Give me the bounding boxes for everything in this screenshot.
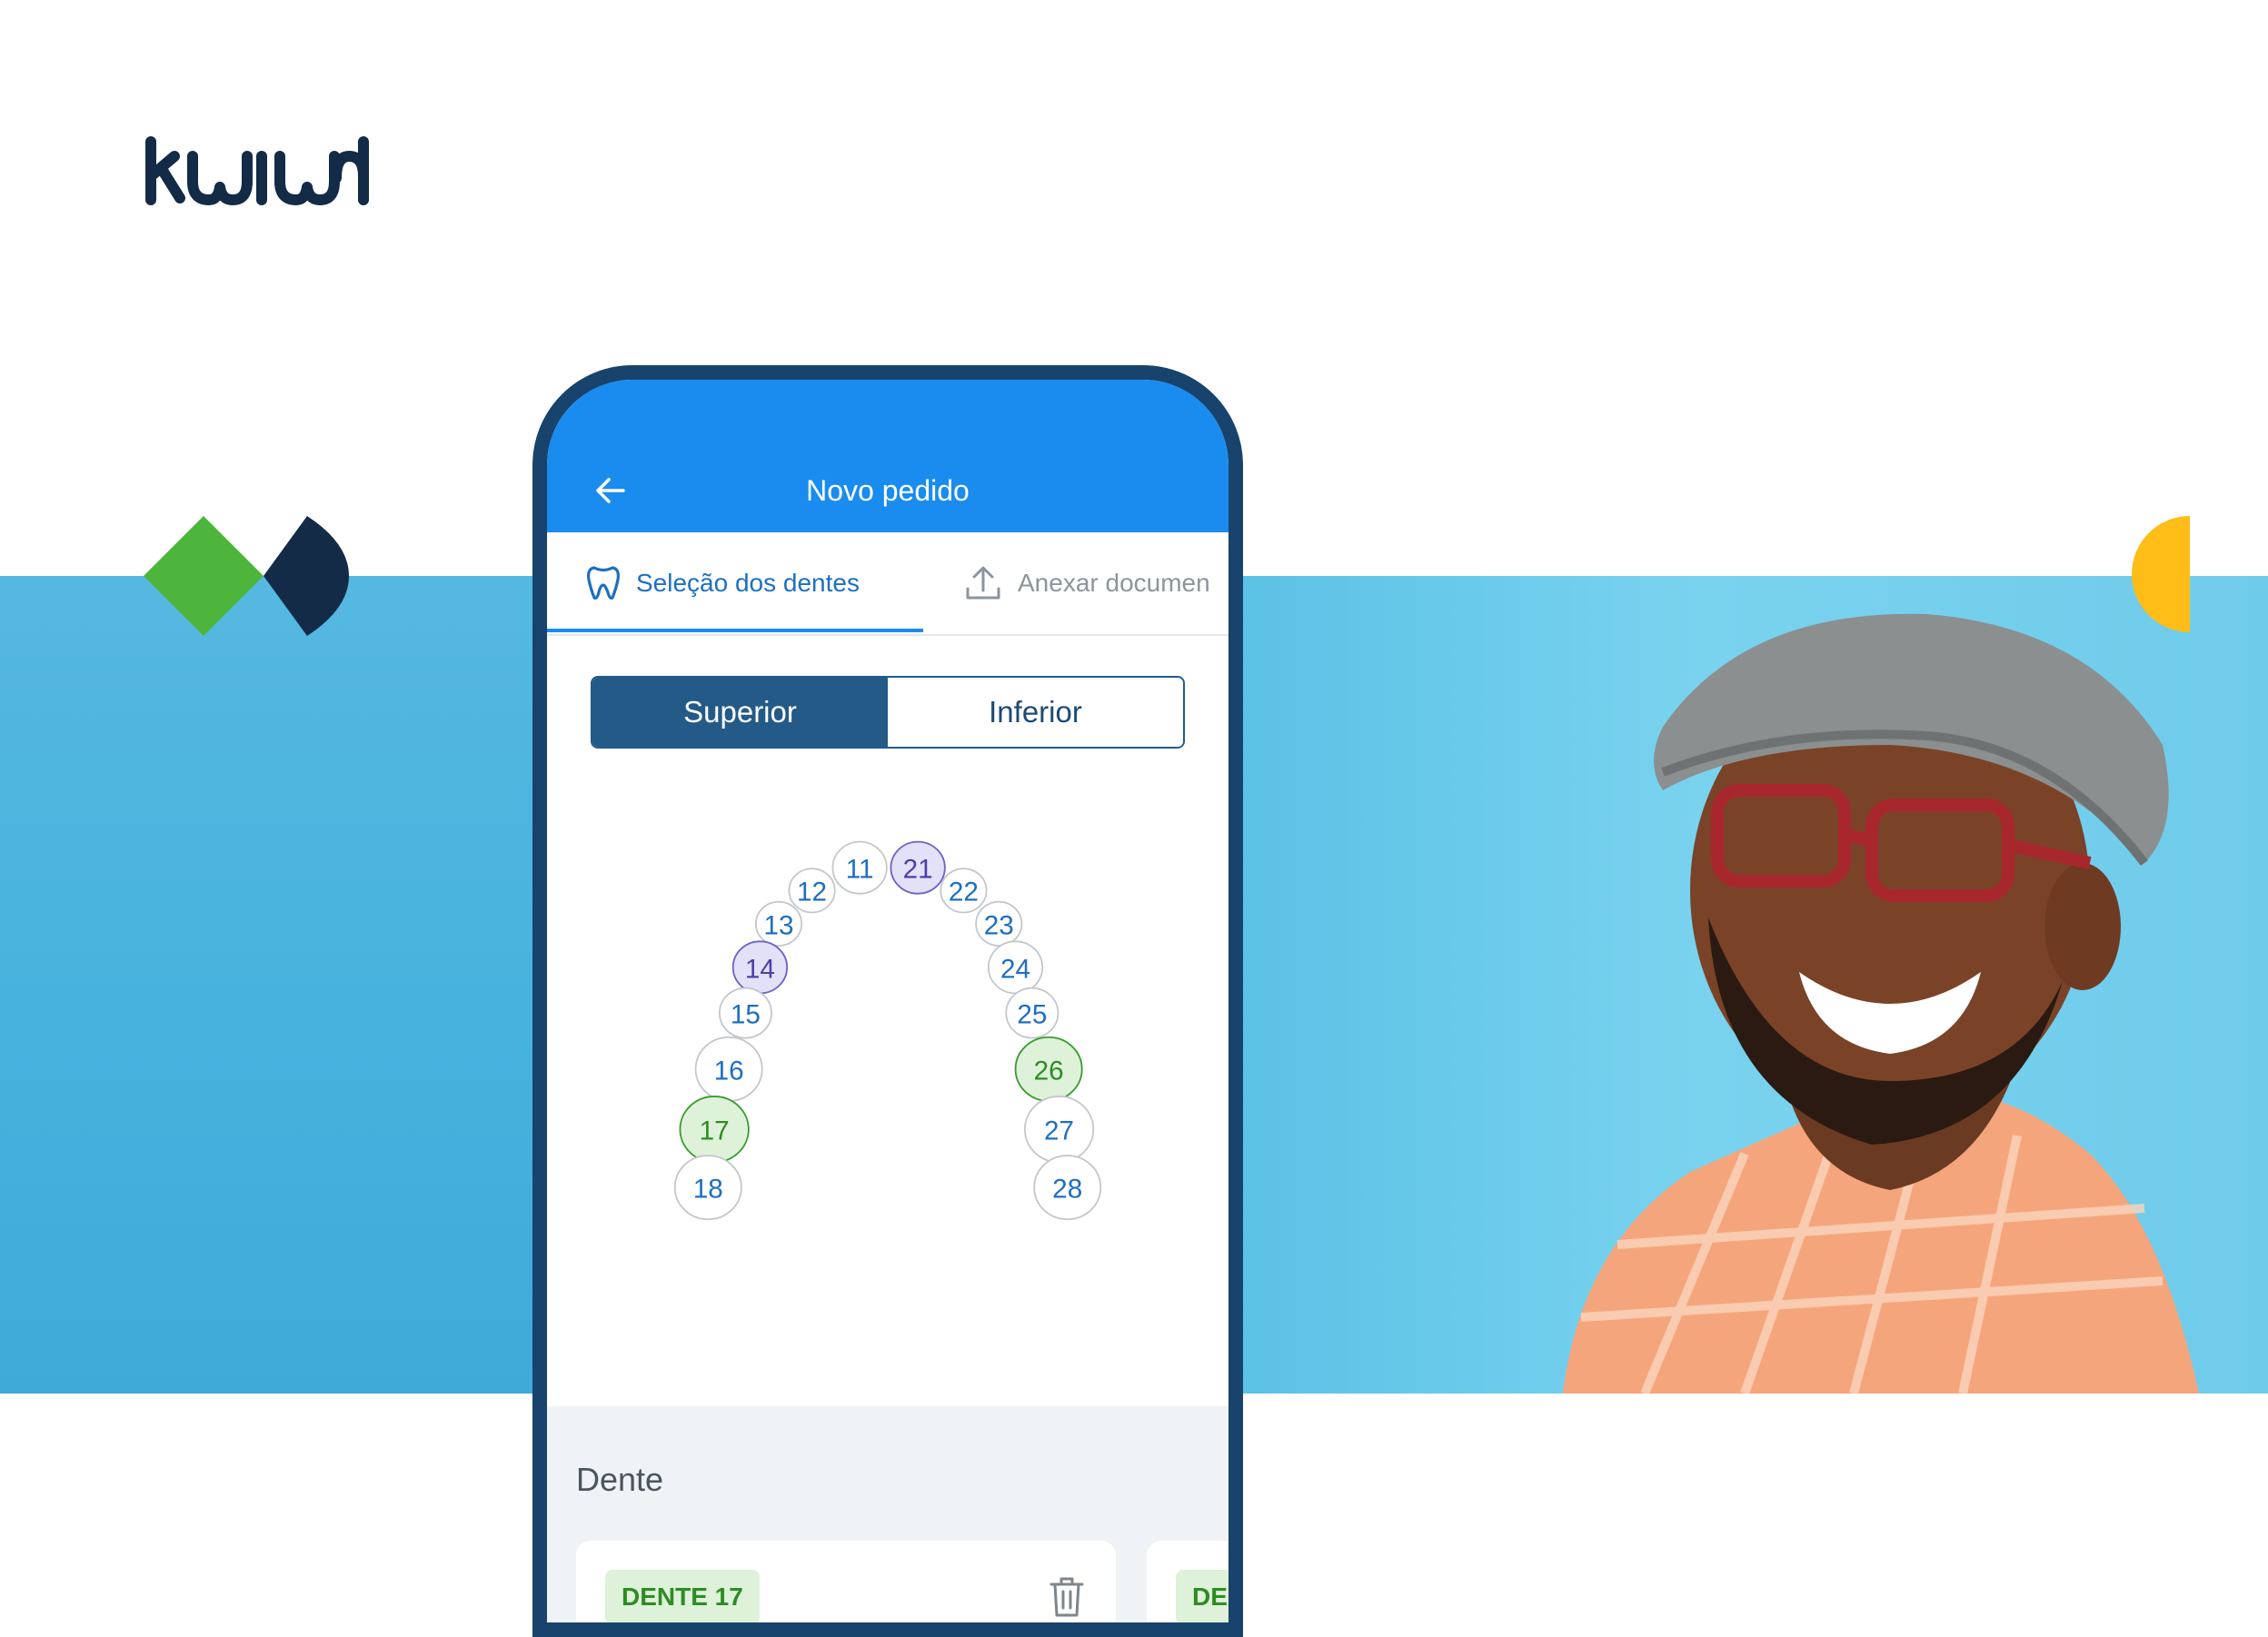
tooth-card: DE [1147, 1541, 1228, 1622]
section-title: Dente [576, 1461, 664, 1498]
tab-label: Seleção dos dentes [636, 569, 860, 597]
tooth-27[interactable]: 27 [1023, 1096, 1095, 1164]
tooth-number: 13 [763, 910, 793, 940]
page-title: Novo pedido [806, 474, 970, 507]
tooth-number: 18 [693, 1175, 723, 1205]
tooth-17[interactable]: 17 [679, 1096, 750, 1164]
tooth-number: 23 [984, 910, 1014, 940]
tooth-number: 25 [1017, 1000, 1047, 1030]
tab-bar: Seleção dos dentes Anexar documen [547, 532, 1228, 636]
tooth-22[interactable]: 22 [940, 868, 988, 914]
tooth-number: 17 [700, 1116, 730, 1146]
tooth-number: 14 [745, 954, 775, 984]
trash-icon[interactable] [1049, 1575, 1085, 1619]
tooth-12[interactable]: 12 [788, 868, 836, 914]
tab-selecao-dentes[interactable]: Seleção dos dentes [587, 565, 860, 601]
tooth-25[interactable]: 25 [1005, 987, 1059, 1039]
superior-button[interactable]: Superior [592, 678, 888, 747]
phone-mockup: Novo pedido Seleção dos dentes Anexar do… [532, 365, 1243, 1637]
tab-anexar-documentos[interactable]: Anexar documen [965, 565, 1210, 601]
tooth-icon [587, 566, 620, 600]
app-bar: Novo pedido [547, 380, 1228, 532]
dental-chart: 11 1213 14 15 16 17 18 21 2223 24 25 26 27 28 [673, 840, 1102, 1221]
tooth-number: 16 [714, 1056, 744, 1086]
tooth-number: 11 [846, 855, 874, 885]
tooth-card: DENTE 17 [576, 1541, 1116, 1622]
tooth-26[interactable]: 26 [1014, 1036, 1083, 1102]
tooth-18[interactable]: 18 [673, 1155, 742, 1221]
tooth-number: 21 [903, 855, 933, 885]
tooth-chip: DE [1176, 1570, 1228, 1622]
inferior-button[interactable]: Inferior [888, 678, 1183, 747]
tooth-13[interactable]: 13 [754, 900, 803, 947]
kiwid-logo [145, 136, 369, 205]
tooth-number: 26 [1034, 1056, 1064, 1086]
active-tab-indicator [547, 629, 923, 632]
smiling-man-photo [1563, 613, 2199, 1394]
tooth-21[interactable]: 21 [890, 840, 946, 895]
tooth-23[interactable]: 23 [975, 900, 1023, 947]
decorative-shapes [144, 516, 349, 636]
tooth-number: 27 [1044, 1116, 1074, 1146]
tooth-number: 12 [797, 878, 827, 908]
tooth-number: 15 [731, 1000, 761, 1030]
tooth-24[interactable]: 24 [987, 940, 1044, 995]
tooth-28[interactable]: 28 [1033, 1155, 1102, 1221]
tooth-15[interactable]: 15 [718, 987, 772, 1039]
tooth-number: 24 [1000, 954, 1030, 984]
tab-label: Anexar documen [1018, 569, 1210, 597]
tooth-14[interactable]: 14 [731, 940, 789, 995]
tooth-16[interactable]: 16 [694, 1036, 763, 1102]
tooth-chip: DENTE 17 [605, 1570, 760, 1622]
tooth-number: 22 [949, 878, 979, 908]
upload-icon [966, 566, 1000, 600]
arch-segmented-control: Superior Inferior [591, 676, 1185, 749]
tooth-11[interactable]: 11 [831, 840, 888, 895]
tooth-number: 28 [1052, 1175, 1082, 1205]
